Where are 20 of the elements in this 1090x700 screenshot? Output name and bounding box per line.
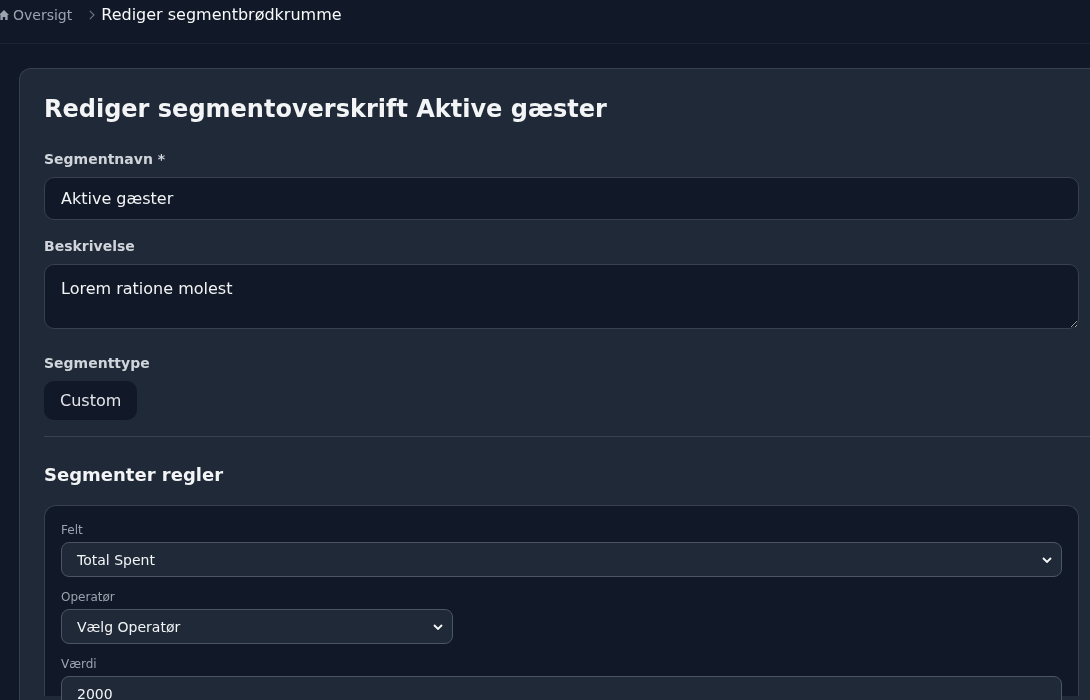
name-input[interactable]: Aktive gæster [44, 177, 1079, 220]
description-textarea[interactable]: Lorem ratione molest [44, 264, 1079, 329]
value-input[interactable]: 2000 [61, 676, 1062, 700]
section-title: Segmenter regler [44, 463, 224, 487]
home-icon [0, 10, 9, 20]
operator-select[interactable]: Vælg Operatør [61, 609, 453, 644]
field-label: Segmentnavn * [44, 150, 167, 169]
field-label: Værdi [61, 656, 98, 672]
field-label: Segmenttype [44, 354, 151, 373]
breadcrumb-link[interactable]: Oversigt [13, 5, 73, 25]
chevron-down-icon [433, 623, 443, 630]
breadcrumb-current: Rediger segmentbrødkrumme [101, 4, 342, 26]
field-label: Operatør [61, 589, 116, 605]
field-select[interactable]: Total Spent [61, 542, 1062, 577]
field-label: Felt [61, 522, 84, 538]
field-label: Beskrivelse [44, 237, 136, 256]
chevron-down-icon [1042, 556, 1052, 563]
segment-type-tag: Custom [44, 381, 138, 420]
chevron-icon [89, 10, 96, 20]
page-title: Rediger segmentoverskrift Aktive gæster [44, 94, 608, 125]
